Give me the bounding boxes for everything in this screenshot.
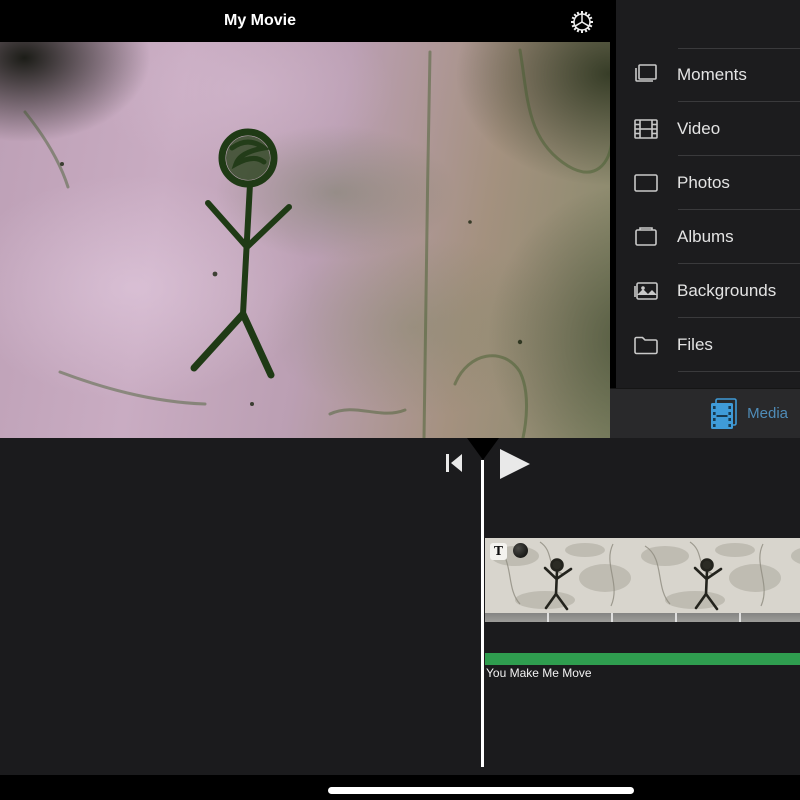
clip-audio-strip [485,613,800,622]
sidebar-item-files[interactable]: Files [616,318,800,372]
sidebar-item-label: Albums [677,227,734,246]
timeline: T You Make Me Move [0,438,800,775]
video-preview [0,42,610,438]
backgrounds-icon [632,278,660,304]
skip-to-start-button[interactable] [443,453,465,473]
preview-frame-art [23,48,610,438]
media-film-icon [711,397,737,429]
separator [678,371,800,372]
sidebar-item-label: Files [677,335,713,354]
settings-button[interactable] [566,6,598,38]
skip-to-start-icon [446,454,462,472]
play-icon [500,449,530,479]
sidebar-item-backgrounds[interactable]: Backgrounds [616,264,800,318]
imovie-app: My Movie Moments Video Photos Albums Bac… [0,0,800,800]
sidebar-item-video[interactable]: Video [616,102,800,156]
filter-badge-icon [513,543,528,558]
albums-icon [632,224,660,250]
clip-frame [485,538,635,613]
sidebar-item-label: Backgrounds [677,281,777,300]
sidebar-item-label: Moments [677,65,747,84]
playhead-notch [467,438,499,460]
photos-icon [632,170,660,196]
title-badge: T [490,543,507,560]
tab-media-label: Media [747,405,788,422]
playhead[interactable] [481,460,484,767]
sidebar-item-label: Photos [677,173,730,192]
video-icon [632,116,660,142]
play-button[interactable] [497,448,531,480]
media-browser-sidebar: Moments Video Photos Albums Backgrounds … [610,0,800,438]
files-icon [632,332,660,358]
clip-frame [785,538,800,613]
gear-icon [571,11,593,33]
project-title: My Movie [223,12,296,29]
moments-icon [632,62,660,88]
timeline-video-clip[interactable]: T [485,538,800,622]
sidebar-item-label: Video [677,119,721,138]
media-source-list: Moments Video Photos Albums Backgrounds … [616,48,800,372]
sidebar-item-photos[interactable]: Photos [616,156,800,210]
media-tab-bar: Media [610,388,800,438]
clip-frame [635,538,785,613]
bottom-system-strip [0,775,800,800]
tab-media[interactable]: Media [710,397,788,430]
sidebar-item-albums[interactable]: Albums [616,210,800,264]
sidebar-item-moments[interactable]: Moments [616,48,800,102]
stick-figure [190,128,292,379]
home-indicator[interactable] [328,787,634,794]
viewer-title-bar: My Movie [0,0,610,42]
clip-filmstrip [485,538,800,613]
audio-track-bar[interactable] [485,653,800,665]
audio-track-label: You Make Me Move [486,666,592,680]
